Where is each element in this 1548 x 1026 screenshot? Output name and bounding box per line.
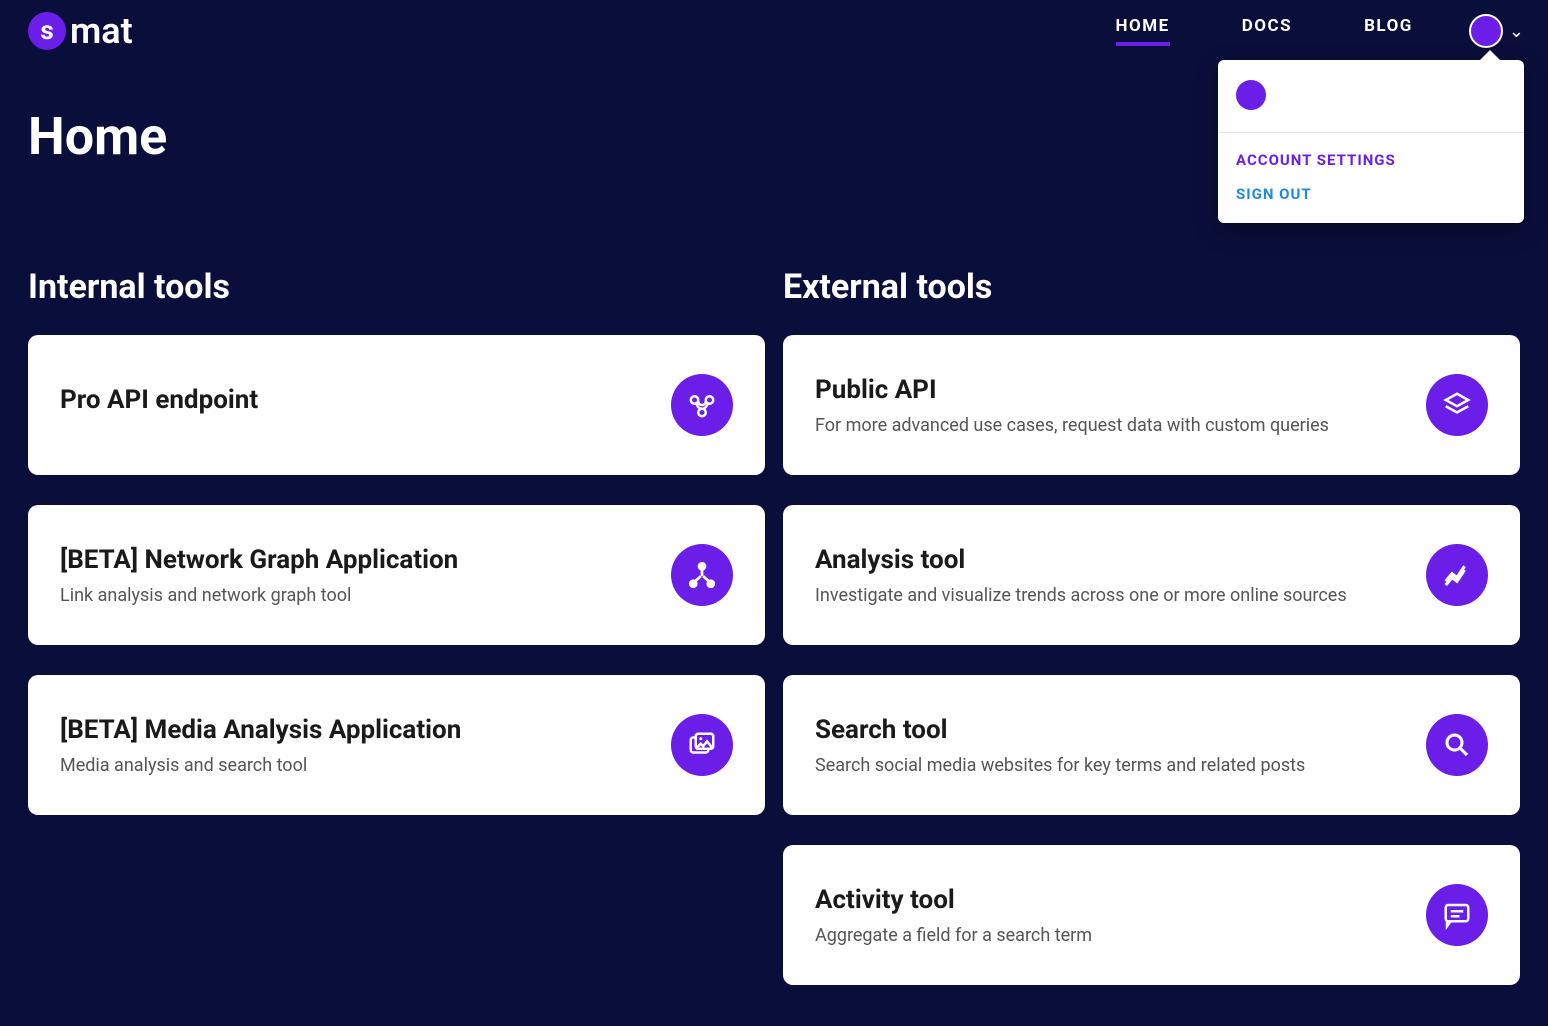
internal-tools-column: Internal tools Pro API endpoint [BETA] N… [28, 267, 765, 1015]
dropdown-header [1218, 60, 1524, 133]
card-text: Analysis tool Investigate and visualize … [815, 545, 1426, 606]
network-graph-card[interactable]: [BETA] Network Graph Application Link an… [28, 505, 765, 645]
graph-icon [671, 544, 733, 606]
card-desc: Link analysis and network graph tool [60, 585, 651, 606]
trend-icon [1426, 544, 1488, 606]
pro-api-card[interactable]: Pro API endpoint [28, 335, 765, 475]
logo-text: mat [70, 10, 133, 52]
card-text: Activity tool Aggregate a field for a se… [815, 885, 1426, 946]
card-title: Public API [815, 375, 1406, 405]
card-desc: Aggregate a field for a search term [815, 925, 1406, 946]
internal-tools-title: Internal tools [28, 267, 765, 307]
card-desc: Investigate and visualize trends across … [815, 585, 1406, 606]
card-title: [BETA] Network Graph Application [60, 545, 651, 575]
nav-docs[interactable]: DOCS [1242, 16, 1292, 46]
card-text: [BETA] Network Graph Application Link an… [60, 545, 671, 606]
avatar [1469, 14, 1503, 48]
nav-links: HOME DOCS BLOG [1116, 16, 1413, 46]
card-desc: Media analysis and search tool [60, 755, 651, 776]
card-title: Analysis tool [815, 545, 1406, 575]
columns: Internal tools Pro API endpoint [BETA] N… [0, 267, 1548, 1015]
card-desc: Search social media websites for key ter… [815, 755, 1406, 776]
external-tools-column: External tools Public API For more advan… [783, 267, 1520, 1015]
card-text: [BETA] Media Analysis Application Media … [60, 715, 671, 776]
public-api-card[interactable]: Public API For more advanced use cases, … [783, 335, 1520, 475]
analysis-tool-card[interactable]: Analysis tool Investigate and visualize … [783, 505, 1520, 645]
card-title: Activity tool [815, 885, 1406, 915]
card-desc: For more advanced use cases, request dat… [815, 415, 1406, 436]
dropdown-body: ACCOUNT SETTINGS SIGN OUT [1218, 133, 1524, 223]
nav-blog[interactable]: BLOG [1364, 16, 1413, 46]
layers-icon [1426, 374, 1488, 436]
card-title: Pro API endpoint [60, 385, 651, 415]
search-tool-card[interactable]: Search tool Search social media websites… [783, 675, 1520, 815]
card-title: [BETA] Media Analysis Application [60, 715, 651, 745]
header: s mat HOME DOCS BLOG ⌄ [0, 0, 1548, 56]
logo-mark: s [28, 12, 66, 50]
card-text: Search tool Search social media websites… [815, 715, 1426, 776]
card-text: Public API For more advanced use cases, … [815, 375, 1426, 436]
user-dropdown: ACCOUNT SETTINGS SIGN OUT [1218, 60, 1524, 223]
api-icon [671, 374, 733, 436]
activity-tool-card[interactable]: Activity tool Aggregate a field for a se… [783, 845, 1520, 985]
account-settings-link[interactable]: ACCOUNT SETTINGS [1236, 151, 1506, 169]
card-title: Search tool [815, 715, 1406, 745]
nav-home[interactable]: HOME [1116, 16, 1170, 46]
card-text: Pro API endpoint [60, 385, 671, 425]
media-analysis-card[interactable]: [BETA] Media Analysis Application Media … [28, 675, 765, 815]
external-tools-title: External tools [783, 267, 1520, 307]
chat-icon [1426, 884, 1488, 946]
dropdown-avatar [1236, 80, 1266, 110]
chevron-down-icon: ⌄ [1509, 21, 1524, 42]
sign-out-link[interactable]: SIGN OUT [1236, 185, 1506, 203]
user-menu-trigger[interactable]: ⌄ [1469, 14, 1524, 48]
media-icon [671, 714, 733, 776]
nav: HOME DOCS BLOG ⌄ [1116, 14, 1524, 48]
search-icon [1426, 714, 1488, 776]
logo[interactable]: s mat [28, 10, 133, 52]
